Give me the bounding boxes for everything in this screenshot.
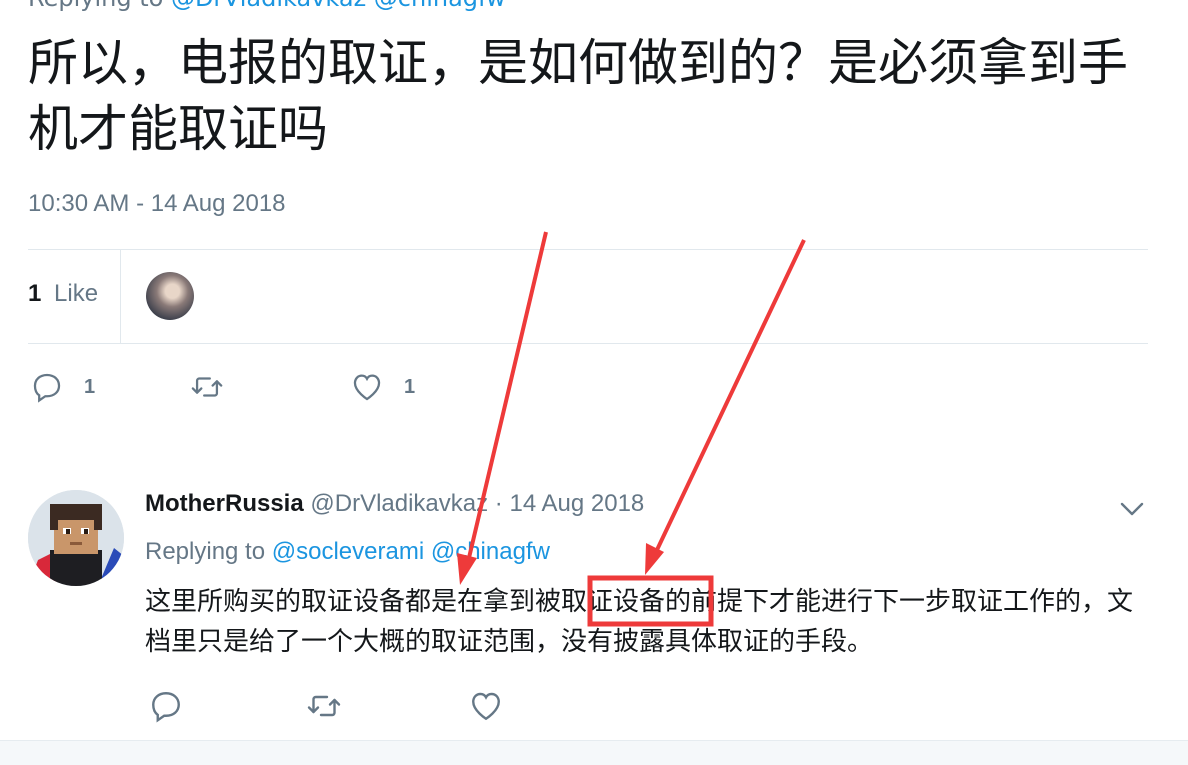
top-replying-mentions[interactable]: @DrVladikavkaz @chinagfw — [171, 0, 506, 12]
reply-like-button[interactable] — [468, 688, 504, 724]
annotation-arrow-left — [457, 231, 548, 585]
reply-reply-button[interactable] — [148, 688, 306, 724]
heart-icon — [472, 692, 500, 721]
stats-divider-vertical — [120, 250, 121, 343]
like-button[interactable]: 1 — [350, 370, 415, 404]
top-replying-prefix: Replying to — [28, 0, 163, 12]
reply-date[interactable]: 14 Aug 2018 — [509, 490, 644, 517]
reply-avatar[interactable] — [28, 490, 124, 586]
top-replying-to: Replying to @DrVladikavkaz @chinagfw — [28, 0, 506, 12]
likes-stat-count: 1 — [28, 280, 42, 307]
footer-band — [0, 740, 1188, 765]
tweet-text: 所以，电报的取证，是如何做到的？是必须拿到手机才能取证吗 — [28, 34, 1128, 158]
like-count: 1 — [404, 375, 416, 398]
reply-text: 这里所购买的取证设备都是在拿到被取证设备的前提下才能进行下一步取证工作的，文档里… — [145, 587, 1134, 657]
retweet-icon — [191, 377, 223, 397]
retweet-button[interactable] — [190, 370, 350, 404]
reply-icon — [152, 692, 180, 723]
reply-separator: · — [494, 490, 503, 517]
stats-divider-top — [28, 249, 1148, 250]
reply-actions — [148, 688, 504, 724]
reply-mention-1[interactable]: @socleverami — [272, 538, 424, 565]
reply-author-handle[interactable]: @DrVladikavkaz — [310, 490, 488, 517]
reply-replying-to: Replying to @socleverami @chinagfw — [145, 538, 550, 566]
liker-avatar[interactable] — [146, 272, 194, 320]
reply-author-name[interactable]: MotherRussia — [145, 490, 304, 517]
annotation-arrow-right — [645, 239, 806, 575]
reply-icon — [33, 373, 61, 403]
stats-divider-bottom — [28, 343, 1148, 344]
reply-mention-2[interactable]: @chinagfw — [431, 538, 550, 565]
chevron-down-icon[interactable] — [1118, 498, 1146, 520]
reply-count: 1 — [84, 375, 96, 398]
heart-icon — [353, 374, 381, 401]
tweet-actions: 1 1 — [30, 370, 415, 404]
reply-retweet-button[interactable] — [306, 688, 468, 724]
likes-stat[interactable]: 1 Like — [28, 280, 98, 308]
reply-button[interactable]: 1 — [30, 370, 190, 404]
tweet-page: Replying to @DrVladikavkaz @chinagfw 所以，… — [0, 0, 1188, 765]
retweet-icon — [307, 695, 341, 717]
reply-header: MotherRussia @DrVladikavkaz · 14 Aug 201… — [145, 490, 644, 518]
reply-replying-prefix: Replying to — [145, 538, 266, 565]
tweet-timestamp[interactable]: 10:30 AM - 14 Aug 2018 — [28, 190, 286, 218]
likes-stat-label: Like — [54, 280, 99, 307]
